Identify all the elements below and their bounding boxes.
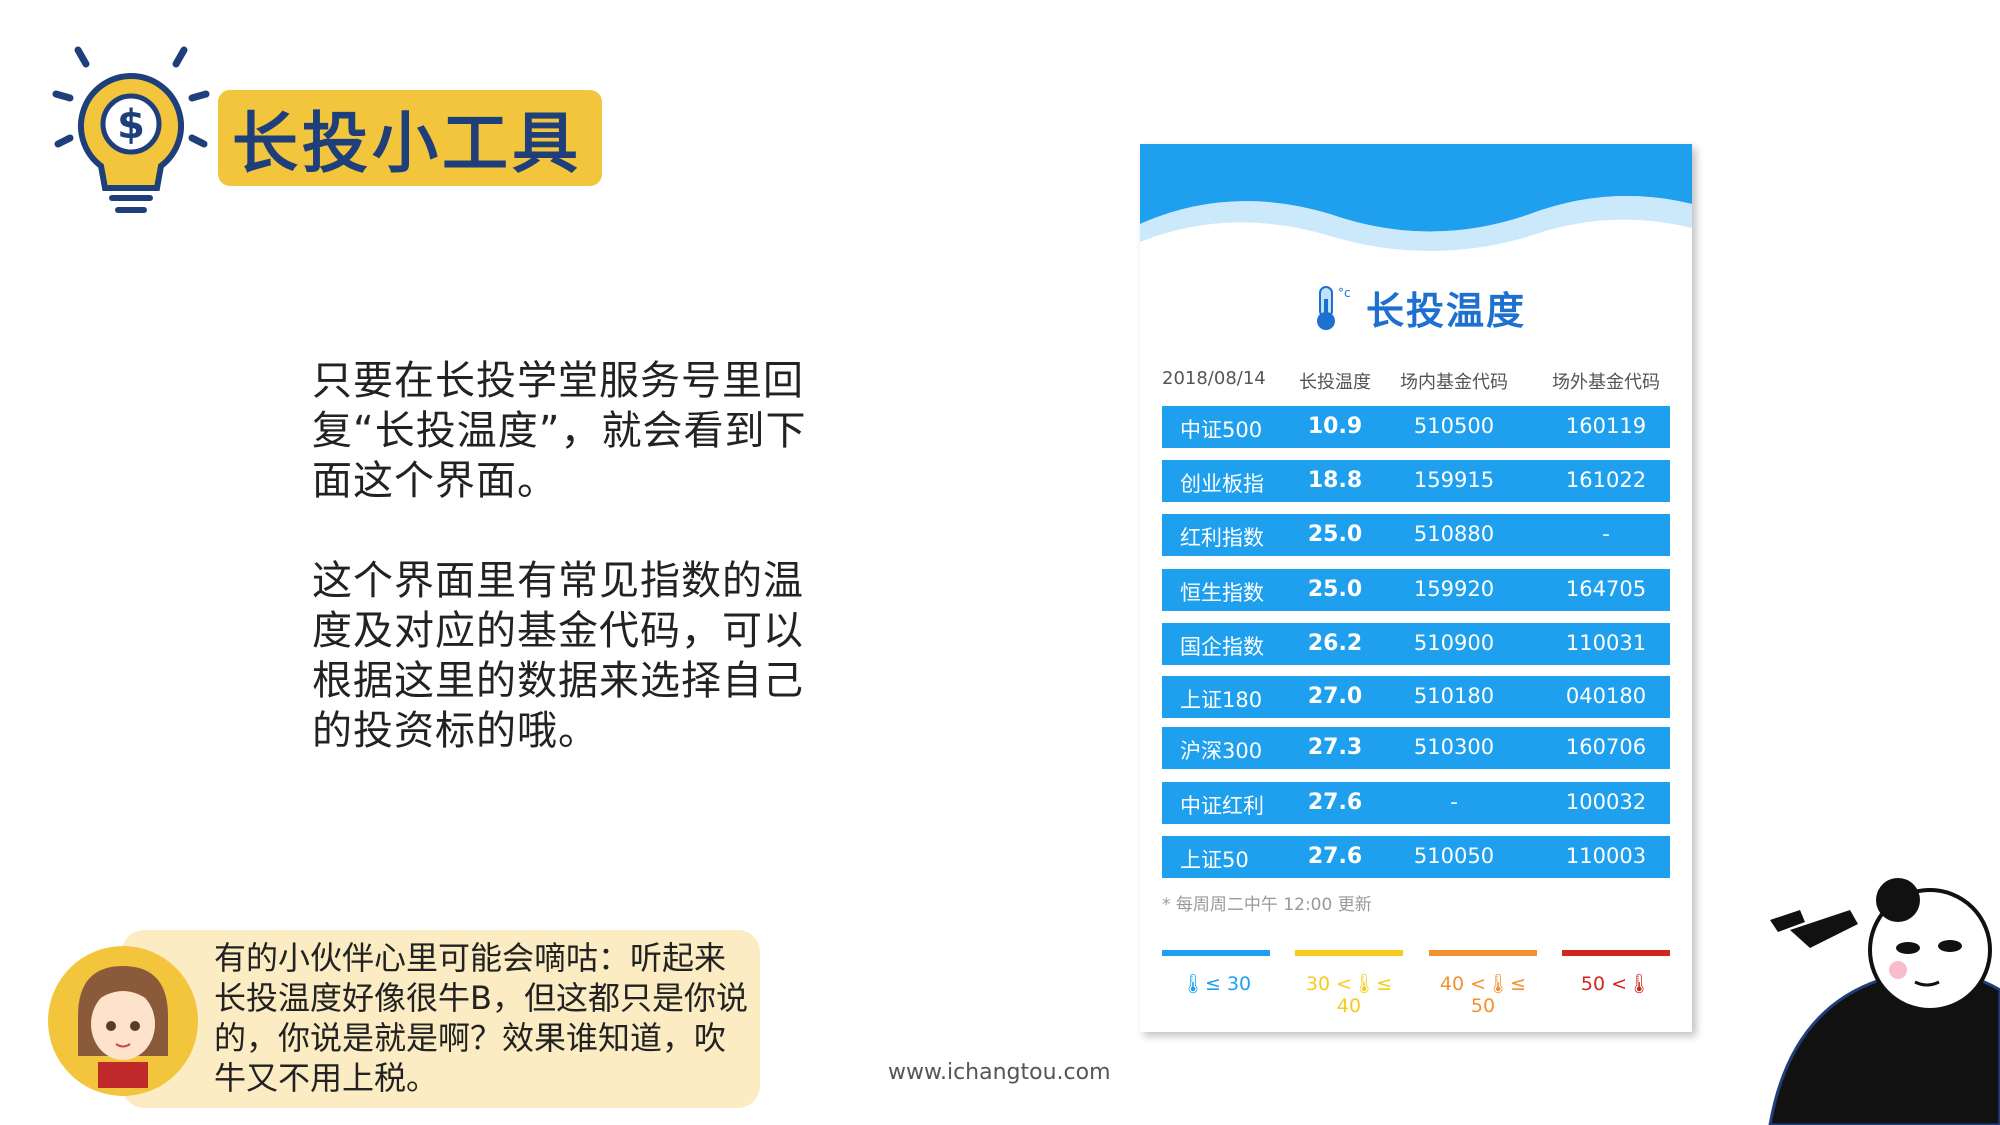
offsite-code: 110031: [1565, 631, 1647, 655]
index-name: 中证500: [1180, 418, 1263, 442]
index-name: 沪深300: [1180, 739, 1263, 763]
onsite-code: 510500: [1413, 414, 1495, 438]
legend-pre: 40 <: [1439, 973, 1487, 995]
thermometer-icon: 🌡: [1486, 973, 1511, 995]
update-note: * 每周周二中午 12:00 更新: [1162, 895, 1372, 915]
onsite-code: 510300: [1413, 735, 1495, 759]
table-row[interactable]: 中证红利 27.6 - 100032: [1162, 782, 1670, 824]
lightbulb-dollar-icon: $: [52, 46, 210, 213]
avatar: [48, 946, 198, 1096]
temperature-value: 27.3: [1307, 735, 1363, 760]
thermometer-icon: 🌡: [1352, 973, 1377, 995]
onsite-code: 510180: [1413, 684, 1495, 708]
legend-text: 40 <🌡≤ 50: [1429, 972, 1537, 1017]
temperature-value: 27.6: [1307, 844, 1363, 869]
temperature-value: 27.6: [1307, 790, 1363, 815]
column-onsite-code: 场内基金代码: [1400, 372, 1508, 393]
column-offsite-code: 场外基金代码: [1552, 372, 1660, 393]
legend-pre: 50 <: [1580, 973, 1627, 995]
legend-item: 40 <🌡≤ 50: [1429, 950, 1537, 1017]
svg-text:$: $: [117, 102, 145, 148]
column-date: 2018/08/14: [1162, 368, 1266, 389]
offsite-code: 040180: [1565, 684, 1647, 708]
offsite-code: 161022: [1565, 468, 1647, 492]
thermometer-icon: 🌡: [1627, 973, 1652, 995]
table-row[interactable]: 创业板指 18.8 159915 161022: [1162, 460, 1670, 502]
thermometer-icon: °c: [1316, 285, 1351, 330]
offsite-code: 110003: [1565, 844, 1647, 868]
onsite-code: 159915: [1413, 468, 1495, 492]
card-header: °c 长投温度: [1140, 280, 1692, 335]
offsite-code: 160706: [1565, 735, 1647, 759]
svg-text:°c: °c: [1338, 286, 1351, 300]
page-title: 长投小工具: [232, 105, 582, 182]
temperature-legend: 🌡≤ 30 30 <🌡≤ 40 40 <🌡≤ 50 50 <🌡: [1162, 950, 1670, 1017]
wave-header: [1140, 144, 1692, 264]
intro-paragraph: 只要在长投学堂服务号里回复“长投温度”，就会看到下面这个界面。: [312, 358, 807, 504]
index-name: 国企指数: [1180, 635, 1264, 659]
table-row[interactable]: 中证500 10.9 510500 160119: [1162, 406, 1670, 448]
table-row[interactable]: 红利指数 25.0 510880 -: [1162, 514, 1670, 556]
temperature-card: °c 长投温度 2018/08/14 长投温度 场内基金代码 场外基金代码 中证…: [1140, 144, 1692, 1032]
legend-item: 🌡≤ 30: [1162, 950, 1270, 1010]
index-name: 创业板指: [1180, 472, 1264, 496]
description-paragraph: 这个界面里有常见指数的温度及对应的基金代码，可以根据这里的数据来选择自己的投资标…: [312, 558, 804, 754]
panda-mascot: [1768, 878, 2000, 1125]
legend-item: 50 <🌡: [1562, 950, 1670, 1010]
temperature-value: 27.0: [1307, 684, 1363, 709]
header-title-box: 长投小工具: [218, 90, 602, 186]
legend-text: 30 <🌡≤ 40: [1295, 972, 1403, 1017]
temperature-value: 18.8: [1307, 468, 1363, 493]
column-temperature: 长投温度: [1299, 372, 1371, 393]
temperature-value: 26.2: [1307, 631, 1363, 656]
legend-bar: [1295, 950, 1403, 956]
table-header: 2018/08/14 长投温度 场内基金代码 场外基金代码: [1162, 368, 1672, 396]
legend-item: 30 <🌡≤ 40: [1295, 950, 1403, 1017]
offsite-code: 160119: [1565, 414, 1647, 438]
index-name: 中证红利: [1180, 794, 1264, 818]
legend-post: ≤ 30: [1204, 973, 1252, 995]
legend-bar: [1562, 950, 1670, 956]
offsite-code: -: [1602, 522, 1610, 546]
index-name: 红利指数: [1180, 526, 1264, 550]
onsite-code: 510050: [1413, 844, 1495, 868]
legend-text: 50 <🌡: [1562, 972, 1670, 995]
onsite-code: 510880: [1413, 522, 1495, 546]
index-name: 恒生指数: [1180, 581, 1264, 605]
offsite-code: 100032: [1565, 790, 1647, 814]
index-name: 上证180: [1180, 688, 1263, 712]
legend-text: 🌡≤ 30: [1162, 972, 1270, 995]
temperature-value: 25.0: [1307, 577, 1363, 602]
card-title: 长投温度: [1365, 289, 1526, 333]
legend-bar: [1162, 950, 1270, 956]
table-row[interactable]: 国企指数 26.2 510900 110031: [1162, 623, 1670, 665]
table-row[interactable]: 上证50 27.6 510050 110003: [1162, 836, 1670, 878]
index-name: 上证50: [1180, 848, 1249, 872]
legend-bar: [1429, 950, 1537, 956]
table-row[interactable]: 恒生指数 25.0 159920 164705: [1162, 569, 1670, 611]
table-row[interactable]: 沪深300 27.3 510300 160706: [1162, 727, 1670, 769]
onsite-code: -: [1450, 790, 1458, 814]
table-row[interactable]: 上证180 27.0 510180 040180: [1162, 676, 1670, 718]
thermometer-icon: 🌡: [1180, 973, 1205, 995]
temperature-value: 10.9: [1307, 414, 1363, 439]
legend-pre: 30 <: [1305, 973, 1353, 995]
footer-url[interactable]: www.ichangtou.com: [888, 1060, 1111, 1085]
temperature-value: 25.0: [1307, 522, 1363, 547]
offsite-code: 164705: [1565, 577, 1647, 601]
onsite-code: 159920: [1413, 577, 1495, 601]
bubble-text: 有的小伙伴心里可能会嘀咕：听起来长投温度好像很牛B，但这都只是你说的，你说是就是…: [214, 939, 748, 1097]
onsite-code: 510900: [1413, 631, 1495, 655]
